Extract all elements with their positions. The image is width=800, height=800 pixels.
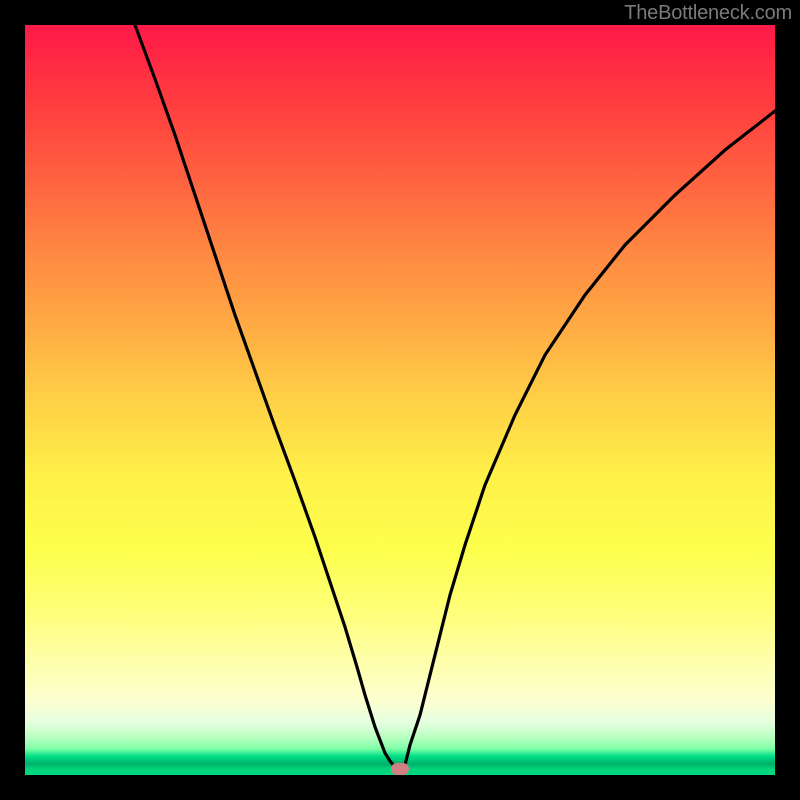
watermark-text: TheBottleneck.com bbox=[624, 2, 792, 25]
optimal-point-marker bbox=[391, 763, 409, 775]
bottleneck-curve bbox=[25, 25, 775, 775]
chart-container: TheBottleneck.com bbox=[0, 0, 800, 800]
plot-area bbox=[25, 25, 775, 775]
